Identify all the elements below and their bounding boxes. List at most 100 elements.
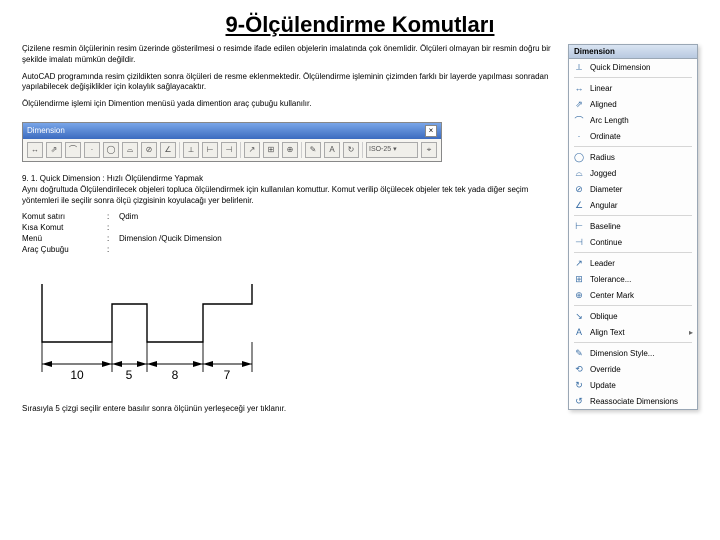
style-icon[interactable]: ⌖ bbox=[421, 142, 437, 158]
menu-item[interactable]: ⌒ Arc Length bbox=[569, 112, 697, 128]
menu-item[interactable]: ⊞ Tolerance... bbox=[569, 271, 697, 287]
menu-item[interactable]: ∠ Angular bbox=[569, 197, 697, 213]
menu-item[interactable]: ⟂ Quick Dimension bbox=[569, 59, 697, 75]
menu-item[interactable]: ↻ Update bbox=[569, 377, 697, 393]
menu-item[interactable]: ↔ Linear bbox=[569, 80, 697, 96]
menu-item-icon: ✎ bbox=[572, 347, 586, 359]
menu-item-icon: ⊢ bbox=[572, 220, 586, 232]
menu-item[interactable]: ◯ Radius bbox=[569, 149, 697, 165]
menu-item-label: Aligned bbox=[590, 100, 693, 109]
tolerance-icon[interactable]: ⊞ bbox=[263, 142, 279, 158]
dim-text: 8 bbox=[172, 368, 179, 382]
menu-item-icon: ⇗ bbox=[572, 98, 586, 110]
menu-item-icon: ∠ bbox=[572, 199, 586, 211]
style-dropdown[interactable]: ISO-25 ▾ bbox=[366, 142, 418, 158]
submenu-arrow-icon: ▸ bbox=[689, 328, 693, 337]
menu-item-icon: · bbox=[572, 130, 586, 142]
ordinate-icon[interactable]: · bbox=[84, 142, 100, 158]
menu-item[interactable]: ⊢ Baseline bbox=[569, 218, 697, 234]
dim-text: 5 bbox=[126, 368, 133, 382]
menu-item-icon: ⊣ bbox=[572, 236, 586, 248]
menu-item-icon: ⟲ bbox=[572, 363, 586, 375]
menu-item-label: Override bbox=[590, 365, 693, 374]
text-icon[interactable]: A bbox=[324, 142, 340, 158]
kv-row: Komut satırı:Qdim bbox=[22, 212, 560, 223]
left-column: Çizilene resmin ölçülerinin resim üzerin… bbox=[22, 44, 560, 414]
menu-item[interactable]: ↗ Leader bbox=[569, 255, 697, 271]
menu-item-label: Dimension Style... bbox=[590, 349, 693, 358]
aligned-icon[interactable]: ⇗ bbox=[46, 142, 62, 158]
menu-item-icon: ⊘ bbox=[572, 183, 586, 195]
menu-item-icon: ↻ bbox=[572, 379, 586, 391]
menu-item-icon: A bbox=[572, 326, 586, 338]
menu-item-icon: ⟂ bbox=[572, 61, 586, 73]
quick-icon[interactable]: ⟂ bbox=[183, 142, 199, 158]
menu-item-icon: ◯ bbox=[572, 151, 586, 163]
diameter-icon[interactable]: ⊘ bbox=[141, 142, 157, 158]
menu-item-label: Tolerance... bbox=[590, 275, 693, 284]
menu-item[interactable]: ⟲ Override bbox=[569, 361, 697, 377]
center-icon[interactable]: ⊕ bbox=[282, 142, 298, 158]
menu-item-icon: ⊞ bbox=[572, 273, 586, 285]
continue-icon[interactable]: ⊣ bbox=[221, 142, 237, 158]
kv-row: Kısa Komut: bbox=[22, 223, 560, 234]
menu-item-label: Quick Dimension bbox=[590, 63, 693, 72]
paragraph: AutoCAD programında resim çizildikten so… bbox=[22, 72, 560, 94]
menu-item-label: Baseline bbox=[590, 222, 693, 231]
menu-item-icon: ↘ bbox=[572, 310, 586, 322]
menu-item[interactable]: ⊣ Continue bbox=[569, 234, 697, 250]
menu-item[interactable]: A Align Text ▸ bbox=[569, 324, 697, 340]
toolbar-title: Dimension bbox=[27, 126, 65, 137]
menu-item[interactable]: ⌓ Jogged bbox=[569, 165, 697, 181]
menu-header: Dimension bbox=[569, 45, 697, 59]
menu-item-label: Angular bbox=[590, 201, 693, 210]
kv-row: Menü:Dimension /Qucik Dimension bbox=[22, 234, 560, 245]
section-heading: 9. 1. Quick Dimension : Hızlı Ölçülendir… bbox=[22, 174, 560, 185]
edit-icon[interactable]: ✎ bbox=[305, 142, 321, 158]
leader-icon[interactable]: ↗ bbox=[244, 142, 260, 158]
paragraph: Çizilene resmin ölçülerinin resim üzerin… bbox=[22, 44, 560, 66]
page-title: 9-Ölçülendirme Komutları bbox=[22, 12, 698, 38]
menu-item[interactable]: ✎ Dimension Style... bbox=[569, 345, 697, 361]
menu-item[interactable]: ⊕ Center Mark bbox=[569, 287, 697, 303]
menu-item-label: Reassociate Dimensions bbox=[590, 397, 693, 406]
linear-icon[interactable]: ↔ bbox=[27, 142, 43, 158]
menu-item[interactable]: · Ordinate bbox=[569, 128, 697, 144]
menu-item-label: Continue bbox=[590, 238, 693, 247]
bottom-note: Sırasıyla 5 çizgi seçilir entere basılır… bbox=[22, 404, 560, 415]
menu-item-label: Center Mark bbox=[590, 291, 693, 300]
menu-item-label: Diameter bbox=[590, 185, 693, 194]
menu-item-label: Jogged bbox=[590, 169, 693, 178]
menu-item[interactable]: ↘Oblique bbox=[569, 308, 697, 324]
dim-text: 10 bbox=[70, 368, 84, 382]
menu-item-label: Leader bbox=[590, 259, 693, 268]
dimension-figure: 10 5 8 7 bbox=[22, 264, 560, 394]
menu-item-icon: ↗ bbox=[572, 257, 586, 269]
kv-row: Araç Çubuğu: bbox=[22, 245, 560, 256]
menu-item-label: Update bbox=[590, 381, 693, 390]
menu-item-icon: ⊕ bbox=[572, 289, 586, 301]
menu-item[interactable]: ⊘ Diameter bbox=[569, 181, 697, 197]
menu-item-icon: ↺ bbox=[572, 395, 586, 407]
menu-item[interactable]: ↺ Reassociate Dimensions bbox=[569, 393, 697, 409]
menu-item-label: Linear bbox=[590, 84, 693, 93]
jogged-icon[interactable]: ⌓ bbox=[122, 142, 138, 158]
update-icon[interactable]: ↻ bbox=[343, 142, 359, 158]
paragraph: Ölçülendirme işlemi için Dimention menüs… bbox=[22, 99, 560, 110]
menu-item-label: Radius bbox=[590, 153, 693, 162]
menu-item-label: Ordinate bbox=[590, 132, 693, 141]
menu-item-icon: ⌒ bbox=[572, 114, 586, 126]
menu-item-label: Arc Length bbox=[590, 116, 693, 125]
radius-icon[interactable]: ◯ bbox=[103, 142, 119, 158]
menu-item-icon: ⌓ bbox=[572, 167, 586, 179]
dimension-menu[interactable]: Dimension ⟂ Quick Dimension ↔ Linear ⇗ Aligne… bbox=[568, 44, 698, 410]
menu-item[interactable]: ⇗ Aligned bbox=[569, 96, 697, 112]
section-body: Aynı doğrultuda Ölçülendirilecek objeler… bbox=[22, 185, 560, 207]
baseline-icon[interactable]: ⊢ bbox=[202, 142, 218, 158]
menu-item-label: Align Text bbox=[590, 328, 685, 337]
menu-item-icon: ↔ bbox=[572, 82, 586, 94]
dimension-toolbar[interactable]: Dimension × ↔ ⇗ ⌒ · ◯ ⌓ ⊘ ∠ ⟂ ⊢ ⊣ bbox=[22, 122, 442, 162]
arc-icon[interactable]: ⌒ bbox=[65, 142, 81, 158]
angular-icon[interactable]: ∠ bbox=[160, 142, 176, 158]
close-icon[interactable]: × bbox=[425, 125, 437, 137]
